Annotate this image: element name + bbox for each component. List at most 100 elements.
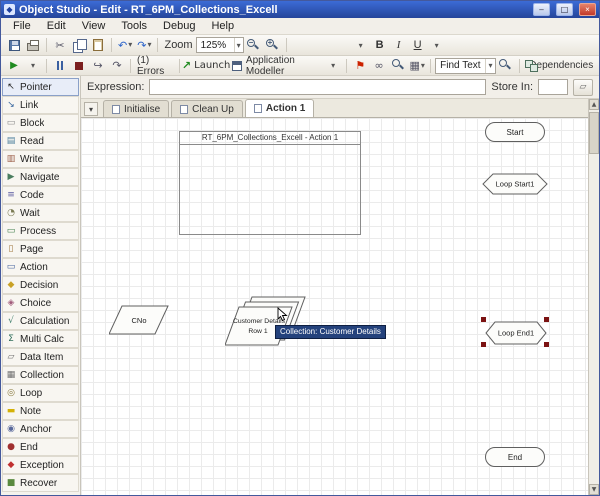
zoom-in-button[interactable]: + [264, 36, 282, 54]
font-dropdown[interactable]: ▾ [352, 36, 370, 54]
stop-button[interactable] [70, 57, 88, 75]
grid-button[interactable]: ▦▾ [408, 57, 426, 75]
palette-item-exception[interactable]: ◆Exception [2, 456, 79, 474]
play-button[interactable]: ▶ [5, 57, 23, 75]
expression-input[interactable] [149, 79, 486, 95]
palette-item-label: Navigate [20, 172, 59, 183]
node-loop-start[interactable]: Loop Start1 [482, 173, 548, 195]
selection-handle[interactable] [544, 342, 549, 347]
menu-help[interactable]: Help [203, 19, 242, 33]
palette-item-process[interactable]: ▭Process [2, 222, 79, 240]
selection-handle[interactable] [544, 317, 549, 322]
find-text-combo[interactable]: Find Text ▾ [435, 58, 495, 74]
menu-file[interactable]: File [5, 19, 39, 33]
palette-item-label: Page [20, 244, 43, 255]
palette-item-collection[interactable]: ▦Collection [2, 366, 79, 384]
palette-item-choice[interactable]: ◈Choice [2, 294, 79, 312]
launch-icon: ↗ [182, 60, 191, 71]
palette-item-recover[interactable]: ■Recover [2, 474, 79, 492]
palette-item-calculation[interactable]: √Calculation [2, 312, 79, 330]
node-data-item-cno[interactable]: CNo [109, 305, 169, 335]
palette-item-code[interactable]: ≡Code [2, 186, 79, 204]
scrollbar-thumb[interactable] [589, 112, 599, 154]
palette-item-navigate[interactable]: ▶Navigate [2, 168, 79, 186]
step-button[interactable]: ↪ [89, 57, 107, 75]
palette-item-action[interactable]: ▭Action [2, 258, 79, 276]
palette-item-data-item[interactable]: ▱Data Item [2, 348, 79, 366]
node-loop-end[interactable]: Loop End1 [485, 321, 547, 345]
cut-button[interactable]: ✂ [51, 36, 69, 54]
underline-button[interactable]: U [409, 36, 427, 54]
tab-clean-up[interactable]: Clean Up [171, 100, 243, 117]
selection-handle[interactable] [481, 317, 486, 322]
palette-item-note[interactable]: ▬Note [2, 402, 79, 420]
paste-button[interactable] [89, 36, 107, 54]
store-in-input[interactable] [538, 79, 568, 95]
node-collection-customer-details[interactable]: Customer Details Row 1 [225, 296, 307, 350]
play-options-dropdown[interactable]: ▾ [24, 57, 42, 75]
palette: ↖Pointer↘Link▭Block▤Read▥Write▶Navigate≡… [1, 76, 81, 495]
launch-button[interactable]: ↗Launch [184, 57, 229, 75]
toolbar-overflow-dropdown[interactable]: ▾ [324, 57, 342, 75]
redo-button[interactable]: ↷▾ [135, 36, 153, 54]
palette-item-block[interactable]: ▭Block [2, 114, 79, 132]
tab-list-dropdown[interactable]: ▾ [84, 102, 98, 116]
node-end[interactable]: End [485, 447, 545, 467]
palette-item-loop[interactable]: ◎Loop [2, 384, 79, 402]
menu-debug[interactable]: Debug [155, 19, 203, 33]
menu-view[interactable]: View [74, 19, 114, 33]
zoom-select[interactable]: 125% ▾ [196, 37, 244, 53]
node-start[interactable]: Start [485, 122, 545, 142]
palette-item-multi-calc[interactable]: ΣMulti Calc [2, 330, 79, 348]
italic-button[interactable]: I [390, 36, 408, 54]
menu-tools[interactable]: Tools [113, 19, 155, 33]
copy-button[interactable] [70, 36, 88, 54]
main-toolbar: ✂ ↶▾ ↷▾ Zoom 125% ▾ − + ▾ B I U ▾ [1, 35, 599, 56]
zoom-out-button[interactable]: − [245, 36, 263, 54]
palette-item-label: Wait [20, 208, 40, 219]
maximize-button[interactable]: □ [556, 3, 573, 16]
block-icon: ▭ [5, 118, 17, 128]
palette-item-decision[interactable]: ◆Decision [2, 276, 79, 294]
palette-item-link[interactable]: ↘Link [2, 96, 79, 114]
palette-item-wait[interactable]: ◔Wait [2, 204, 79, 222]
zoom-tool-button[interactable] [389, 57, 407, 75]
minimize-button[interactable]: – [533, 3, 550, 16]
undo-button[interactable]: ↶▾ [116, 36, 134, 54]
close-button[interactable]: × [579, 3, 596, 16]
store-in-picker-button[interactable]: ▱ [573, 79, 593, 96]
step-over-button[interactable]: ↷ [108, 57, 126, 75]
tab-initialise[interactable]: Initialise [103, 100, 169, 117]
palette-item-end[interactable]: ●End [2, 438, 79, 456]
scroll-down-icon[interactable]: ▼ [589, 484, 599, 495]
menu-edit[interactable]: Edit [39, 19, 74, 33]
vertical-scrollbar[interactable]: ▲ ▼ [588, 99, 599, 495]
chevron-down-icon: ▾ [234, 38, 241, 52]
grid-icon: ▦ [409, 60, 419, 71]
breakpoint-button[interactable]: ⚑ [351, 57, 369, 75]
search-button[interactable] [497, 57, 515, 75]
save-button[interactable] [5, 36, 23, 54]
palette-item-read[interactable]: ▤Read [2, 132, 79, 150]
palette-item-pointer[interactable]: ↖Pointer [2, 78, 79, 96]
chevron-down-icon: ▾ [421, 62, 425, 70]
palette-item-label: Block [20, 118, 44, 129]
pause-button[interactable] [51, 57, 69, 75]
palette-item-anchor[interactable]: ◉Anchor [2, 420, 79, 438]
link-mode-button[interactable]: ∞ [370, 57, 388, 75]
print-button[interactable] [24, 36, 42, 54]
tab-action-1[interactable]: Action 1 [245, 99, 314, 117]
bold-button[interactable]: B [371, 36, 389, 54]
code-icon: ≡ [5, 190, 17, 200]
format-dropdown[interactable]: ▾ [428, 36, 446, 54]
palette-item-page[interactable]: ▯Page [2, 240, 79, 258]
scrollbar-track[interactable] [589, 110, 599, 484]
scroll-up-icon[interactable]: ▲ [589, 99, 599, 110]
selection-handle[interactable] [481, 342, 486, 347]
cut-icon: ✂ [55, 40, 64, 51]
application-modeller-button[interactable]: Application Modeller [230, 57, 324, 75]
errors-button[interactable]: (1) Errors [135, 57, 175, 75]
palette-item-write[interactable]: ▥Write [2, 150, 79, 168]
flow-canvas[interactable]: RT_6PM_Collections_Excell - Action 1 Sta… [81, 118, 588, 495]
dependencies-button[interactable]: Dependencies [524, 57, 596, 75]
